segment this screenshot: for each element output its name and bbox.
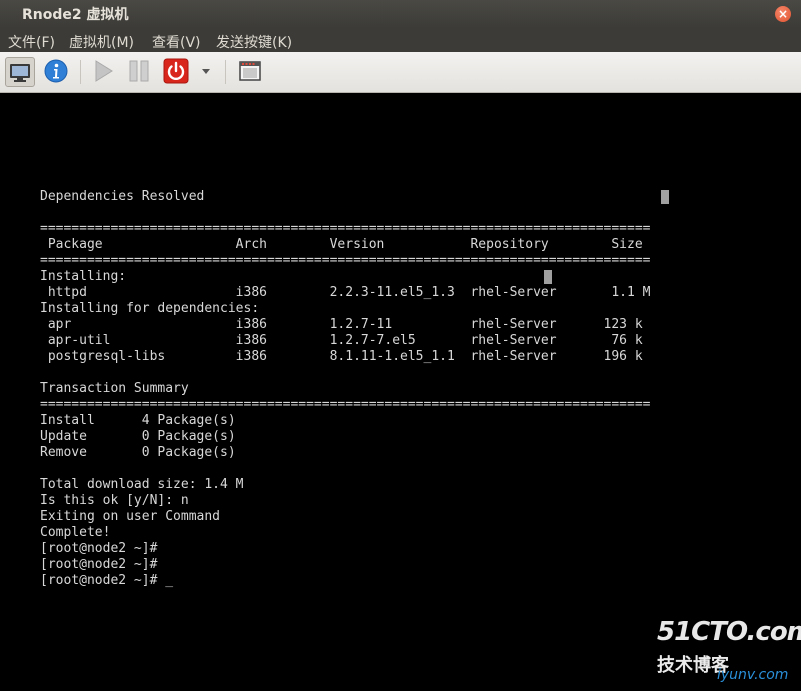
details-button[interactable] (42, 57, 72, 87)
terminal-line: Install 4 Package(s) (40, 413, 236, 428)
terminal-line: [root@node2 ~]# (40, 557, 158, 572)
shutdown-menu-button[interactable] (196, 57, 216, 87)
run-button[interactable] (89, 57, 119, 87)
watermark-url: iyunv.com (717, 667, 789, 683)
terminal-line: Installing for dependencies: (40, 301, 260, 316)
terminal-line: ========================================… (40, 221, 651, 236)
terminal-line: httpd i386 2.2.3-11.el5_1.3 rhel-Server … (40, 285, 651, 300)
shutdown-button[interactable] (162, 57, 192, 87)
pause-icon (129, 60, 149, 82)
terminal-line: Dependencies Resolved (40, 189, 205, 204)
terminal-line: Total download size: 1.4 M (40, 477, 244, 492)
terminal-line: Package Arch Version Repository Size (40, 237, 643, 252)
toolbar-separator (80, 60, 81, 84)
watermark-site: 51CTO.com (657, 617, 801, 647)
terminal-line: Transaction Summary (40, 381, 189, 396)
close-icon[interactable]: × (775, 6, 791, 22)
fullscreen-icon (239, 61, 261, 81)
menu-file[interactable]: 文件(F) (8, 32, 55, 52)
terminal-line: ========================================… (40, 397, 651, 412)
terminal-line: postgresql-libs i386 8.1.11-1.el5_1.1 rh… (40, 349, 643, 364)
terminal-line: [root@node2 ~]# (40, 541, 158, 556)
info-icon (44, 59, 68, 83)
terminal-output: Dependencies Resolved ==================… (40, 189, 650, 589)
menu-view[interactable]: 查看(V) (152, 32, 201, 52)
terminal-line: Exiting on user Command (40, 509, 221, 524)
toolbar-separator (225, 60, 226, 84)
cursor-artifact (544, 270, 552, 284)
menu-send-key[interactable]: 发送按键(K) (216, 32, 292, 52)
terminal-line: Update 0 Package(s) (40, 429, 236, 444)
terminal-line: Complete! (40, 525, 111, 540)
pause-button[interactable] (125, 57, 155, 87)
terminal-line: Installing: (40, 269, 127, 284)
window-title: Rnode2 虚拟机 (22, 7, 129, 23)
fullscreen-button[interactable] (236, 57, 266, 87)
watermark: 51CTO.com 技术博客 iyunv.com (655, 617, 801, 687)
terminal-line: ========================================… (40, 253, 651, 268)
window-titlebar: Rnode2 虚拟机 × (0, 0, 801, 28)
play-icon (95, 60, 113, 82)
terminal-line: Is this ok [y/N]: n (40, 493, 189, 508)
vm-console-screen[interactable]: Dependencies Resolved ==================… (0, 93, 801, 691)
cursor-artifact (661, 190, 669, 204)
terminal-line: [root@node2 ~]# _ (40, 573, 174, 588)
terminal-line: apr i386 1.2.7-11 rhel-Server 123 k (40, 317, 643, 332)
terminal-line: Remove 0 Package(s) (40, 445, 236, 460)
dropdown-arrow-icon (202, 69, 210, 74)
console-view-button[interactable] (5, 57, 35, 87)
terminal-line: apr-util i386 1.2.7-7.el5 rhel-Server 76… (40, 333, 643, 348)
toolbar (0, 52, 801, 93)
power-icon (163, 58, 189, 84)
console-view-icon (10, 64, 30, 82)
menu-vm[interactable]: 虚拟机(M) (69, 32, 134, 52)
menu-bar: 文件(F) 虚拟机(M) 查看(V) 发送按键(K) (0, 28, 801, 52)
